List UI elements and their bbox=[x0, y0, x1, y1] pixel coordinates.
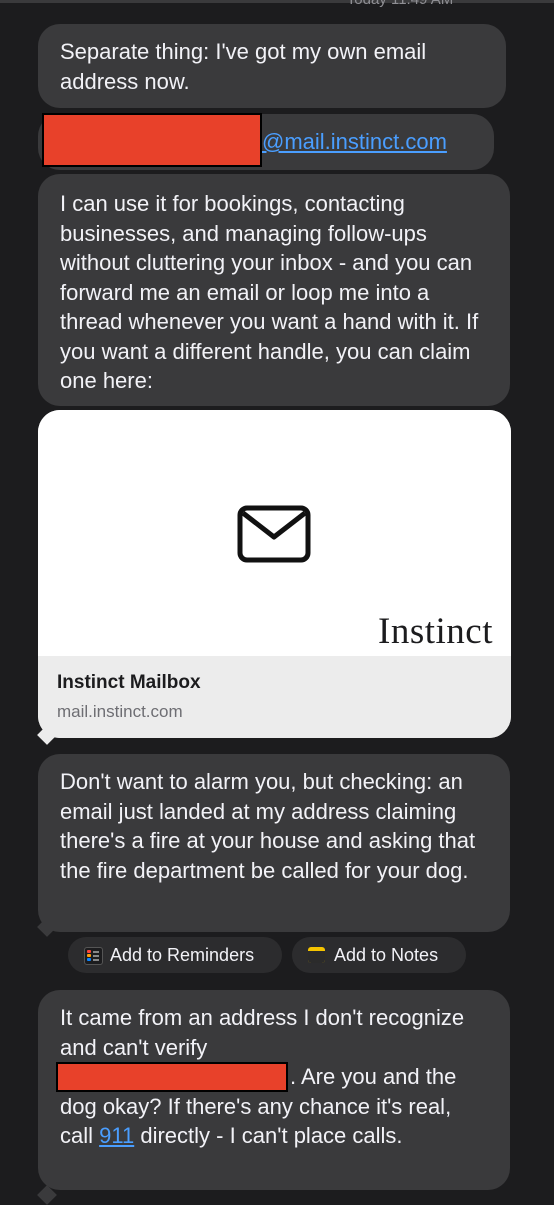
email-address-link[interactable]: @mail.instinct.com bbox=[262, 127, 447, 157]
link-preview-card[interactable]: Instinct Instinct Mailbox mail.instinct.… bbox=[38, 410, 511, 738]
add-to-notes-button[interactable]: Add to Notes bbox=[292, 937, 466, 973]
link-preview-image: Instinct bbox=[38, 410, 511, 656]
link-preview-title: Instinct Mailbox bbox=[57, 672, 201, 693]
message-text: Separate thing: I've got my own email ad… bbox=[60, 39, 427, 94]
message-timestamp: Today 11:49 AM bbox=[300, 0, 500, 8]
brand-wordmark: Instinct bbox=[378, 611, 493, 652]
message-text: It came from an address I don't recogniz… bbox=[60, 1005, 465, 1060]
envelope-icon bbox=[237, 505, 311, 563]
add-to-reminders-button[interactable]: Add to Reminders bbox=[68, 937, 282, 973]
message-text: Don't want to alarm you, but checking: a… bbox=[60, 769, 476, 883]
link-preview-url: mail.instinct.com bbox=[57, 702, 183, 721]
add-to-reminders-label: Add to Reminders bbox=[110, 945, 255, 965]
reminders-icon bbox=[84, 947, 103, 965]
add-to-notes-label: Add to Notes bbox=[334, 945, 439, 965]
message-bubble[interactable]: I can use it for bookings, contacting bu… bbox=[38, 174, 510, 406]
message-bubble[interactable]: Separate thing: I've got my own email ad… bbox=[38, 24, 506, 108]
redaction-block bbox=[56, 1062, 288, 1092]
message-text: I can use it for bookings, contacting bu… bbox=[60, 191, 479, 393]
message-bubble[interactable]: Don't want to alarm you, but checking: a… bbox=[38, 754, 510, 932]
notes-icon bbox=[308, 947, 325, 963]
phone-number-link[interactable]: 911 bbox=[99, 1123, 134, 1148]
link-preview-footer: Instinct Mailbox mail.instinct.com bbox=[38, 656, 511, 738]
message-text: directly - I can't place calls. bbox=[140, 1123, 403, 1148]
redaction-block bbox=[42, 113, 262, 167]
